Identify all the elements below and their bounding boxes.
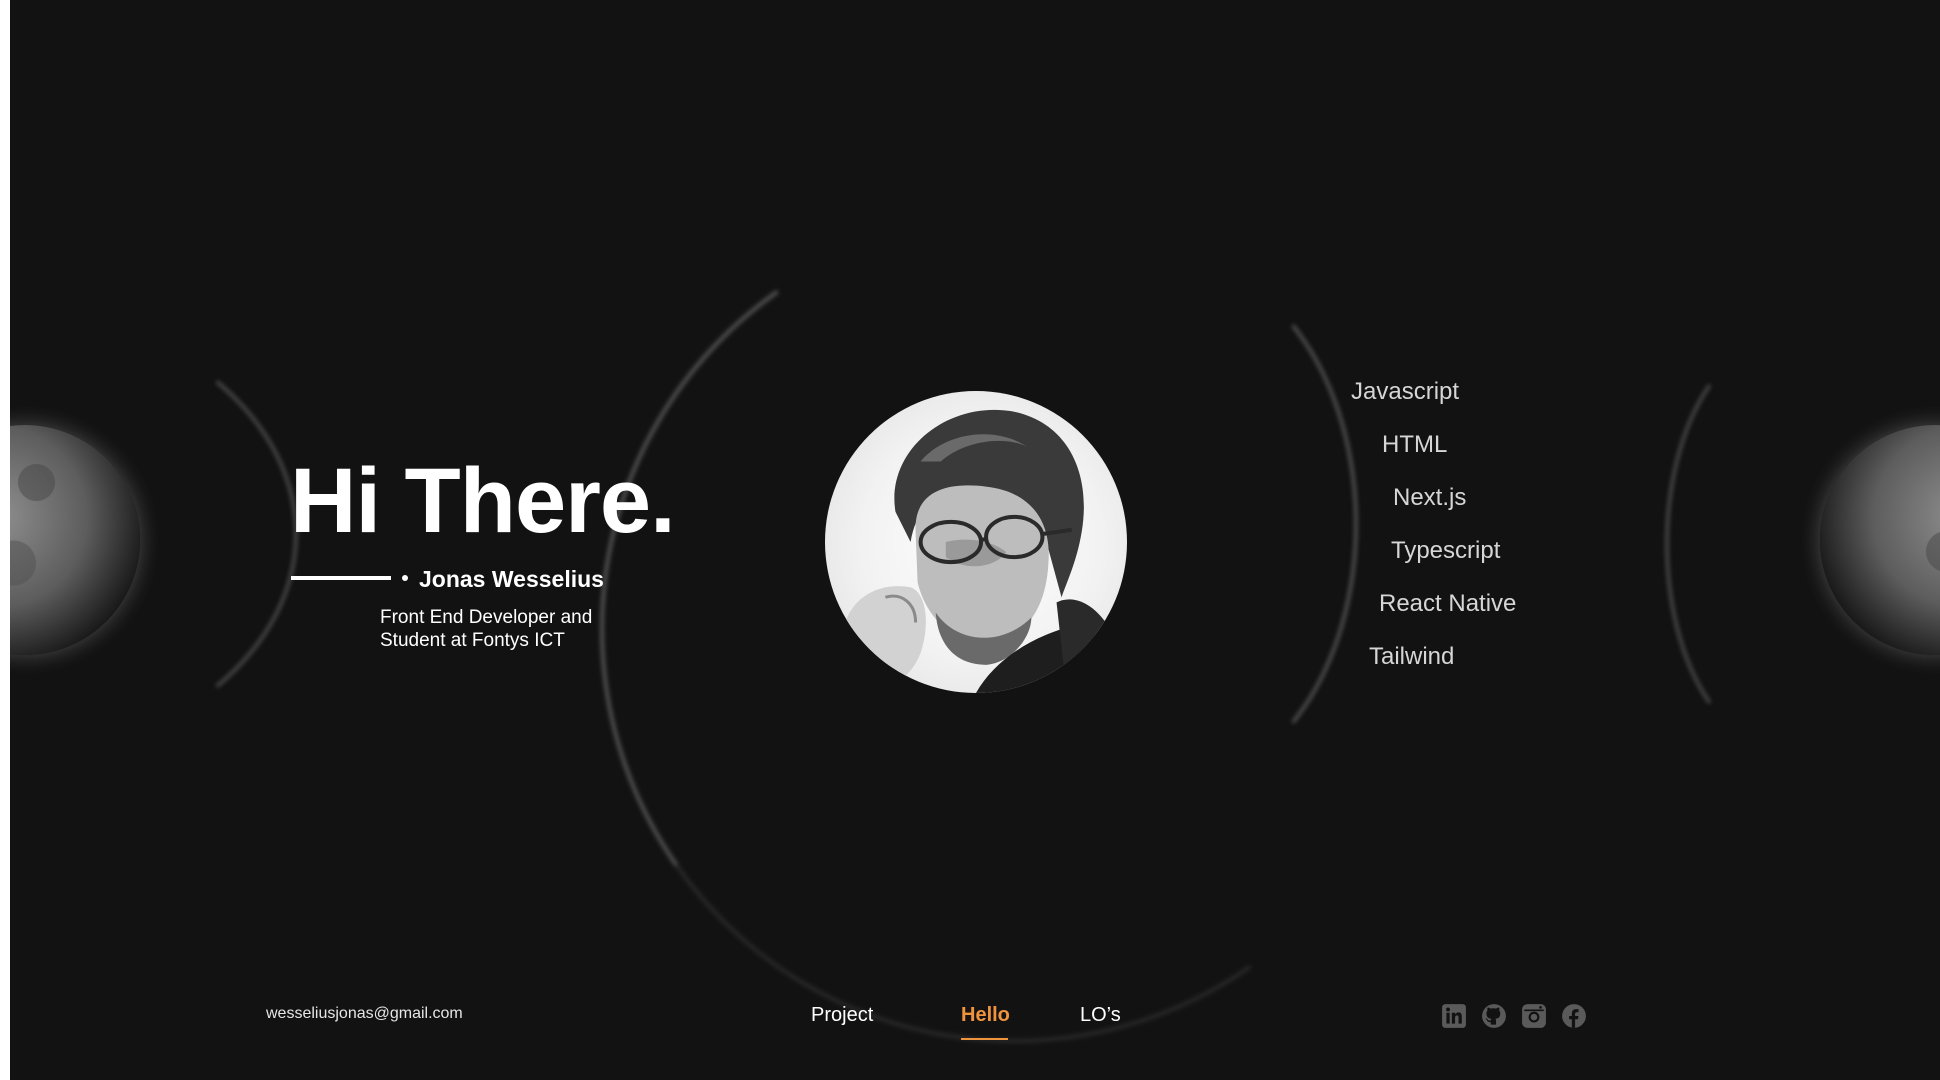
role-line-2: Student at Fontys ICT xyxy=(380,630,565,651)
avatar xyxy=(825,391,1127,693)
skill-typescript: Typescript xyxy=(1391,537,1501,564)
skill-javascript: Javascript xyxy=(1351,378,1460,405)
author-name: Jonas Wesselius xyxy=(419,566,604,592)
nav-project[interactable]: Project xyxy=(811,1004,873,1027)
linkedin-icon[interactable] xyxy=(1441,1003,1467,1029)
hero-title: Hi There. xyxy=(290,450,676,552)
github-icon[interactable] xyxy=(1481,1003,1507,1029)
nav-active-underline xyxy=(961,1038,1008,1040)
hello-page: Hi There. Jonas Wesselius Front End Deve… xyxy=(10,0,1940,1080)
skill-react-native: React Native xyxy=(1379,590,1517,617)
nav-los[interactable]: LO’s xyxy=(1080,1004,1121,1027)
skill-html: HTML xyxy=(1382,431,1448,458)
portrait-photo xyxy=(845,409,1127,693)
facebook-icon[interactable] xyxy=(1561,1003,1587,1029)
name-divider-dot xyxy=(402,575,408,581)
skill-nextjs: Next.js xyxy=(1393,484,1467,511)
author-role: Front End Developer and Student at Fonty… xyxy=(380,606,640,652)
name-divider-line xyxy=(291,576,391,580)
role-line-1: Front End Developer and xyxy=(380,607,593,628)
email-link[interactable]: wesseliusjonas@gmail.com xyxy=(266,1005,463,1023)
instagram-icon[interactable] xyxy=(1521,1003,1547,1029)
skill-tailwind: Tailwind xyxy=(1369,643,1455,670)
nav-hello[interactable]: Hello xyxy=(961,1004,1010,1027)
